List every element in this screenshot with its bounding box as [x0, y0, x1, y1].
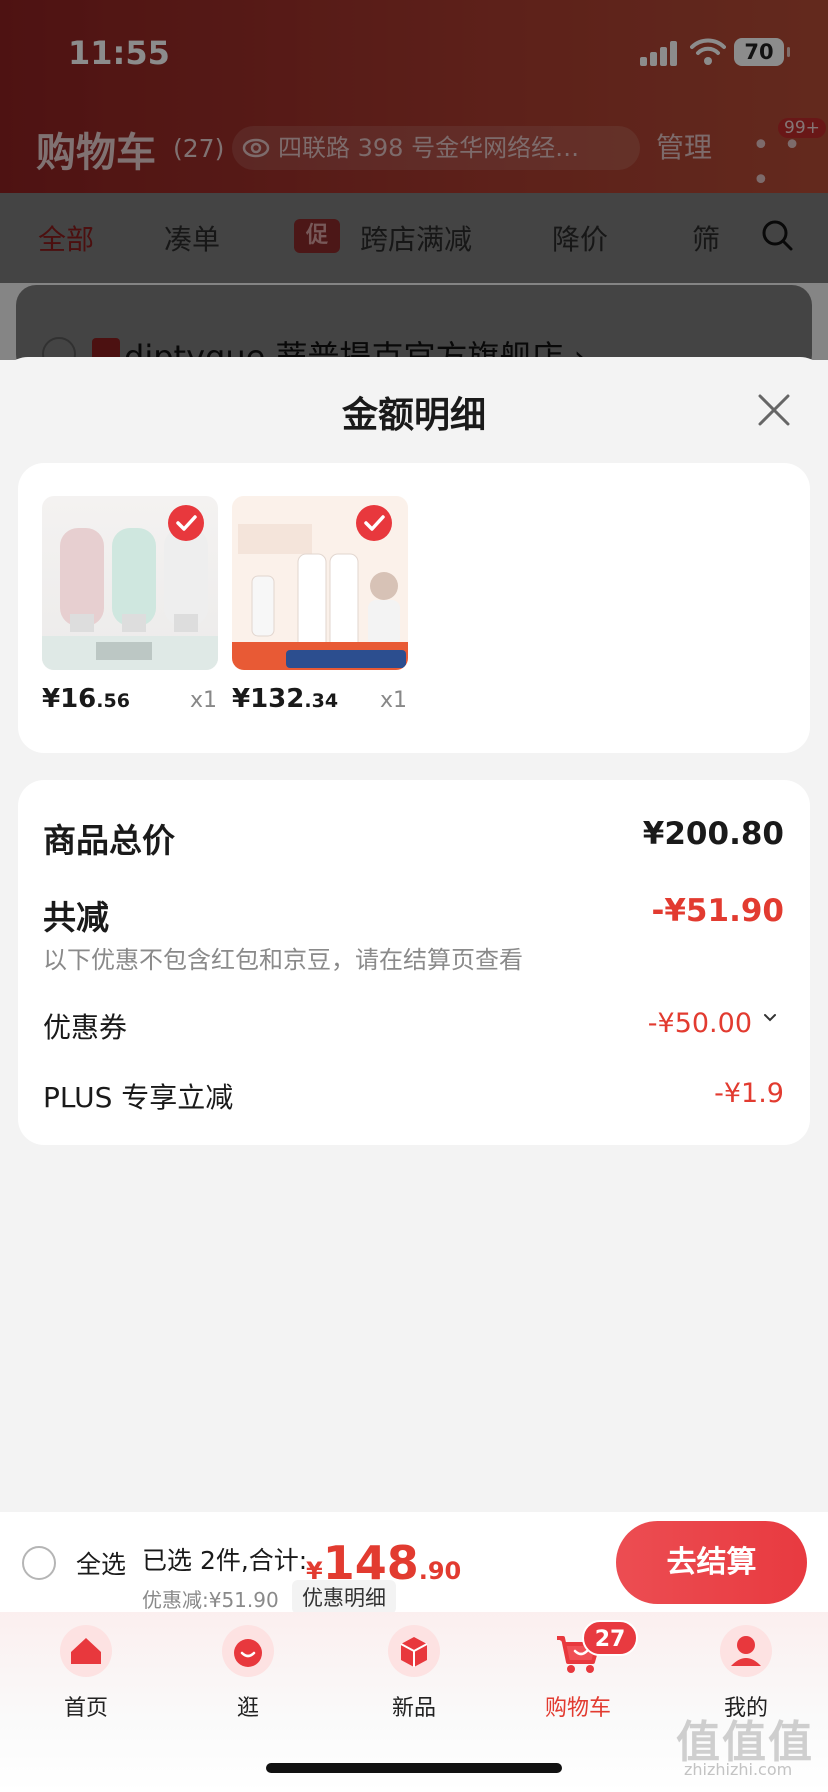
total-decimal: .90: [418, 1557, 462, 1585]
watermark-url: zhizhizhi.com: [684, 1760, 793, 1779]
plus-discount-value: -¥1.9: [714, 1078, 784, 1109]
item-quantity: x1: [190, 688, 218, 713]
item-price-dec: .34: [304, 690, 339, 712]
tab-label: 新品: [391, 1696, 436, 1721]
close-icon[interactable]: [756, 392, 792, 428]
subtotal-label: 商品总价: [43, 821, 175, 860]
tab-browse[interactable]: 逛: [188, 1624, 308, 1722]
sheet-title: 金额明细: [341, 395, 486, 436]
subtotal-value: ¥200.80: [642, 816, 784, 852]
coupon-value[interactable]: -¥50.00: [648, 1008, 752, 1039]
tab-label: 首页: [63, 1696, 108, 1721]
tab-new[interactable]: 新品: [354, 1624, 474, 1722]
item-price: ¥132.34: [232, 684, 338, 714]
chevron-down-icon[interactable]: [762, 1012, 778, 1024]
tab-label: 逛: [236, 1696, 259, 1721]
coupon-label: 优惠券: [43, 1011, 128, 1044]
select-all-radio[interactable]: [22, 1546, 56, 1580]
home-icon: [60, 1625, 112, 1677]
item-price-int: ¥16: [42, 684, 97, 714]
select-all-label[interactable]: 全选: [76, 1545, 126, 1581]
selected-count: 已选 2件,合计:: [142, 1546, 308, 1575]
cart-badge: 27: [582, 1620, 638, 1656]
item-price: ¥16.56: [42, 684, 130, 714]
checkout-button[interactable]: 去结算: [616, 1521, 807, 1604]
modal-overlay[interactable]: [0, 0, 828, 360]
item-quantity: x1: [380, 688, 408, 713]
check-icon[interactable]: [168, 505, 204, 541]
user-icon: [720, 1625, 772, 1677]
discount-summary: 优惠减:¥51.90: [142, 1588, 279, 1612]
new-icon: [388, 1625, 440, 1677]
item-price-int: ¥132: [232, 684, 305, 714]
total-reduction-value: -¥51.90: [651, 893, 785, 929]
home-indicator: [266, 1763, 562, 1773]
check-icon[interactable]: [356, 505, 392, 541]
item-price-dec: .56: [96, 690, 130, 712]
tab-label: 购物车: [544, 1696, 611, 1721]
discount-note: 以下优惠不包含红包和京豆，请在结算页查看: [43, 946, 523, 974]
total-reduction-label: 共减: [43, 898, 109, 937]
tab-home[interactable]: 首页: [26, 1624, 146, 1722]
plus-discount-label: PLUS 专享立减: [43, 1081, 234, 1114]
discount-detail-button[interactable]: 优惠明细: [292, 1580, 396, 1614]
browse-icon: [222, 1625, 274, 1677]
